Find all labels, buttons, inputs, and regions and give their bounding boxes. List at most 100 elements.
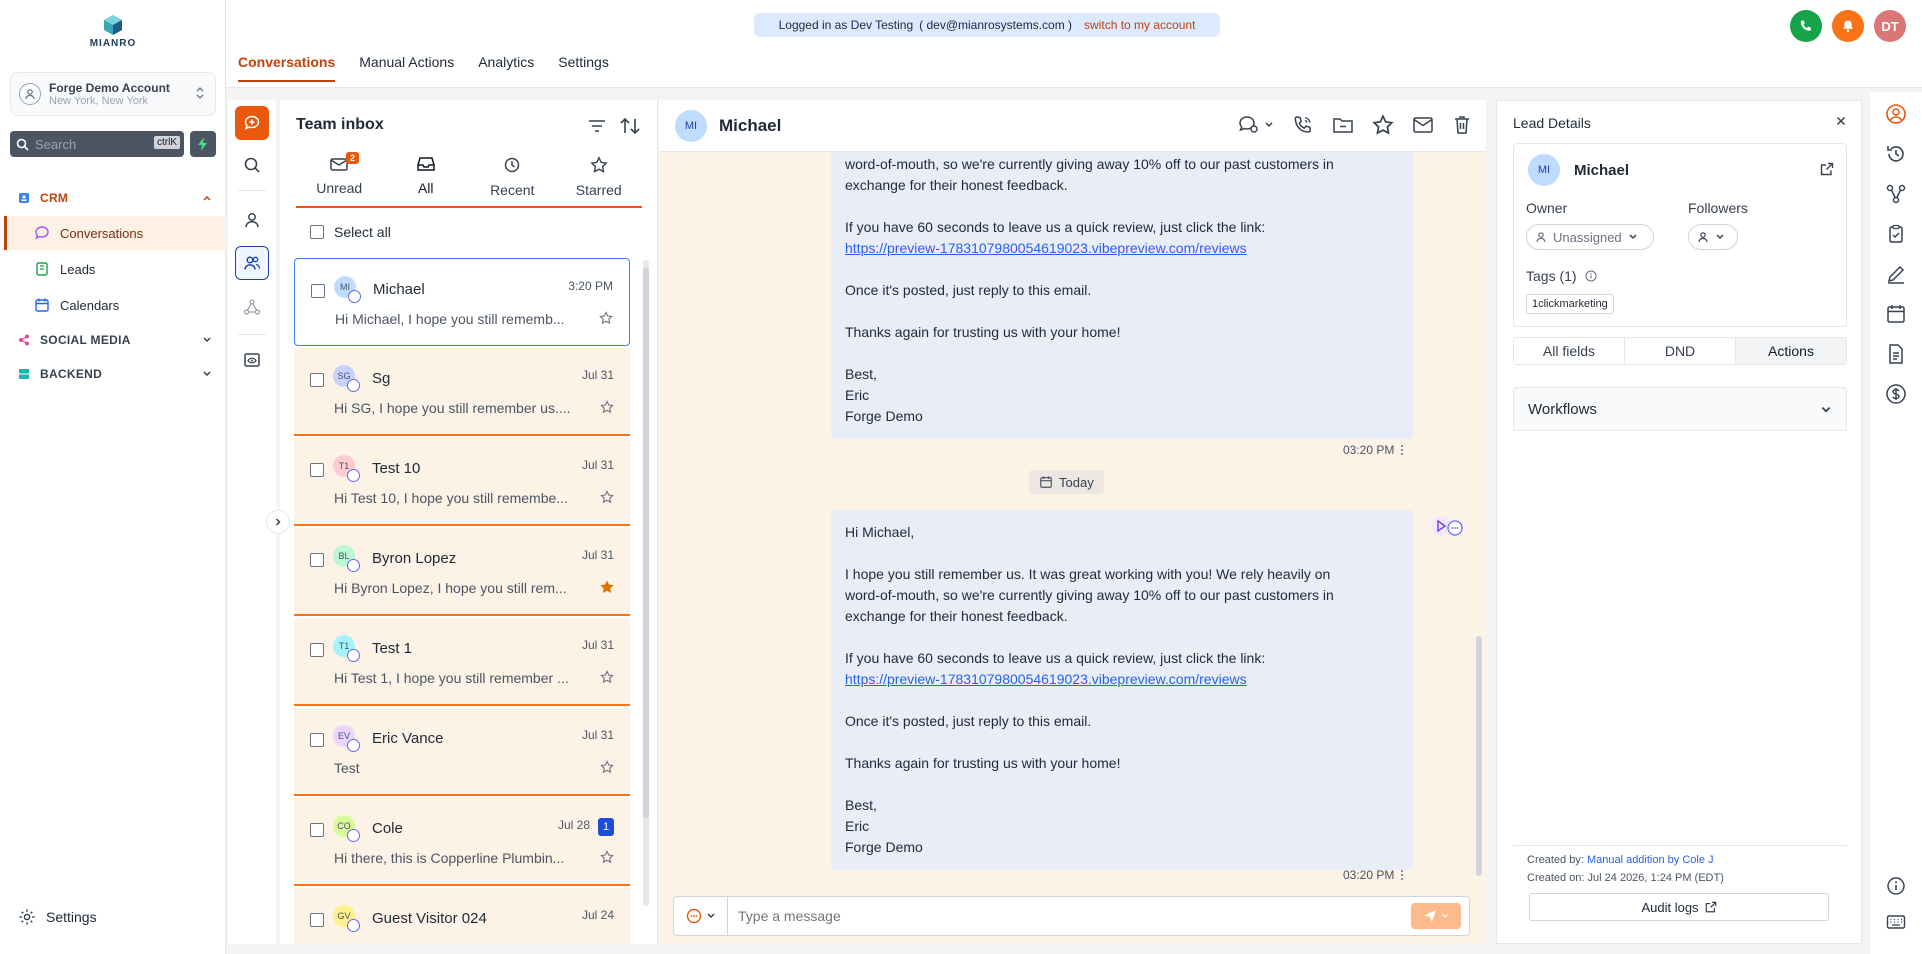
review-link[interactable]: https://preview-1783107980054619023.vibe…	[845, 671, 1247, 687]
expand-panel-button[interactable]	[266, 510, 290, 534]
created-by-link[interactable]: Manual addition by Cole J	[1587, 854, 1714, 866]
conversation-item-test-10[interactable]: T1 Test 10 Jul 31 Hi Test 10, I hope you…	[294, 438, 630, 526]
row-checkbox[interactable]	[310, 463, 324, 477]
user-avatar[interactable]: DT	[1874, 10, 1906, 42]
tab-conversations[interactable]: Conversations	[238, 54, 336, 82]
scrollbar-thumb[interactable]	[643, 268, 649, 818]
conversation-item-michael[interactable]: MI Michael 3:20 PM Hi Michael, I hope yo…	[294, 258, 630, 346]
rail-team-inbox-button[interactable]	[235, 246, 269, 280]
channel-select[interactable]	[674, 897, 728, 935]
more-vertical-icon[interactable]	[1400, 869, 1404, 881]
new-conversation-button[interactable]	[235, 106, 269, 140]
sidebar-item-conversations[interactable]: Conversations	[4, 216, 226, 250]
switch-account-link[interactable]: switch to my account	[1084, 18, 1195, 32]
move-to-folder-button[interactable]	[1332, 115, 1354, 135]
row-checkbox[interactable]	[310, 643, 324, 657]
close-icon[interactable]	[1835, 115, 1847, 127]
brand-logo[interactable]: MIANRO	[86, 14, 140, 54]
conversation-item-test-1[interactable]: T1 Test 1 Jul 31 Hi Test 1, I hope you s…	[294, 618, 630, 706]
conversation-item-cole[interactable]: CO Cole Jul 28 1 Hi there, this is Coppe…	[294, 798, 630, 886]
send-button[interactable]	[1411, 903, 1461, 929]
tab-actions[interactable]: Actions	[1736, 338, 1846, 364]
row-checkbox[interactable]	[310, 913, 324, 927]
nav-section-backend[interactable]: BACKEND	[0, 361, 226, 387]
star-toggle-icon[interactable]	[600, 400, 614, 414]
rail-network-button[interactable]	[235, 290, 269, 324]
followers-select[interactable]	[1688, 224, 1738, 250]
list-scrollbar[interactable]	[643, 260, 649, 906]
conversation-item-eric-vance[interactable]: EV Eric Vance Jul 31 Test	[294, 708, 630, 796]
tab-dnd[interactable]: DND	[1625, 338, 1736, 364]
sidebar-item-leads[interactable]: Leads	[4, 252, 226, 286]
tab-settings[interactable]: Settings	[558, 54, 609, 82]
audit-logs-button[interactable]: Audit logs	[1529, 893, 1829, 921]
tab-starred[interactable]: Starred	[556, 150, 643, 206]
workflow-button[interactable]	[1884, 182, 1908, 206]
chat-plus-icon	[244, 115, 260, 130]
external-link-icon[interactable]	[1820, 162, 1834, 176]
chat-channel-icon	[686, 908, 701, 924]
filter-button[interactable]	[587, 116, 607, 136]
checkbox[interactable]	[310, 225, 324, 239]
star-toggle-icon[interactable]	[600, 850, 614, 864]
tag-chip[interactable]: 1clickmarketing	[1526, 294, 1614, 314]
search-input[interactable]: Search ctrlK	[10, 131, 184, 157]
payments-button[interactable]	[1884, 382, 1908, 406]
tab-all[interactable]: All	[383, 150, 470, 206]
keyboard-shortcuts-button[interactable]	[1884, 910, 1908, 934]
phone-button[interactable]	[1790, 10, 1822, 42]
info-button[interactable]	[1884, 874, 1908, 898]
star-toggle-icon[interactable]	[600, 760, 614, 774]
conversation-item-guest-visitor-024[interactable]: GV Guest Visitor 024 Jul 24	[294, 888, 630, 944]
documents-button[interactable]	[1884, 342, 1908, 366]
channel-menu-button[interactable]	[1238, 115, 1274, 135]
row-checkbox[interactable]	[310, 823, 324, 837]
sort-button[interactable]	[619, 116, 641, 136]
select-all-checkbox[interactable]: Select all	[310, 224, 391, 240]
tab-unread[interactable]: 2 Unread	[296, 150, 383, 206]
tab-all-fields[interactable]: All fields	[1514, 338, 1625, 364]
workflows-accordion[interactable]: Workflows	[1513, 387, 1847, 431]
tab-analytics[interactable]: Analytics	[478, 54, 534, 82]
tab-manual-actions[interactable]: Manual Actions	[359, 54, 454, 82]
tab-recent[interactable]: Recent	[469, 150, 556, 206]
nav-section-social-media[interactable]: SOCIAL MEDIA	[0, 327, 226, 353]
sidebar-item-calendars[interactable]: Calendars	[4, 288, 226, 322]
tasks-button[interactable]	[1884, 222, 1908, 246]
call-button[interactable]	[1292, 114, 1314, 136]
sidebar-settings-link[interactable]: Settings	[18, 908, 97, 926]
sidebar-item-label: Calendars	[60, 297, 120, 313]
mark-unread-button[interactable]	[1412, 116, 1434, 134]
info-icon[interactable]	[1585, 270, 1597, 282]
history-button[interactable]	[1884, 142, 1908, 166]
appointments-button[interactable]	[1884, 302, 1908, 326]
notifications-button[interactable]	[1832, 10, 1864, 42]
quick-action-button[interactable]	[190, 131, 216, 157]
delete-conversation-button[interactable]	[1452, 114, 1472, 136]
star-toggle-icon[interactable]	[600, 490, 614, 504]
message-input[interactable]	[728, 908, 1411, 924]
chat-scrollbar[interactable]	[1476, 160, 1482, 880]
star-conversation-button[interactable]	[1372, 114, 1394, 136]
contact-name: Guest Visitor 024	[372, 910, 487, 927]
conversation-item-sg[interactable]: SG Sg Jul 31 Hi SG, I hope you still rem…	[294, 348, 630, 436]
row-checkbox[interactable]	[310, 733, 324, 747]
rail-my-inbox-button[interactable]	[235, 203, 269, 237]
nav-section-crm[interactable]: CRM	[0, 185, 226, 211]
rail-preview-button[interactable]	[235, 343, 269, 377]
more-vertical-icon[interactable]	[1400, 444, 1404, 456]
row-checkbox[interactable]	[310, 553, 324, 567]
account-switcher[interactable]: Forge Demo Account New York, New York	[10, 72, 216, 116]
scrollbar-thumb[interactable]	[1476, 636, 1482, 876]
conversation-item-byron-lopez[interactable]: BL Byron Lopez Jul 31 Hi Byron Lopez, I …	[294, 528, 630, 616]
review-link[interactable]: https://preview-1783107980054619023.vibe…	[845, 240, 1247, 256]
star-filled-icon[interactable]	[600, 580, 614, 594]
notes-button[interactable]	[1884, 262, 1908, 286]
row-checkbox[interactable]	[311, 284, 325, 298]
contact-profile-button[interactable]	[1884, 102, 1908, 126]
rail-search-button[interactable]	[235, 148, 269, 182]
row-checkbox[interactable]	[310, 373, 324, 387]
owner-select[interactable]: Unassigned	[1526, 224, 1654, 250]
star-toggle-icon[interactable]	[599, 311, 613, 325]
star-toggle-icon[interactable]	[600, 670, 614, 684]
